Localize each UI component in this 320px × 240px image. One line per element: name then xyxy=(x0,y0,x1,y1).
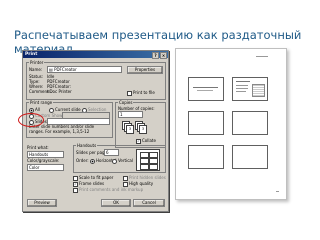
hidden-checkbox[interactable]: Print hidden slides xyxy=(123,175,166,181)
slides-per-page-select[interactable]: 6 xyxy=(104,149,119,156)
close-icon[interactable]: × xyxy=(160,52,167,59)
printer-select[interactable]: ▤ PDFCreator xyxy=(47,66,122,73)
high-quality-label: High quality xyxy=(129,181,154,186)
print-comments-label: Print comments and ink markup xyxy=(79,187,144,192)
vertical-radio[interactable]: Vertical xyxy=(112,158,133,164)
high-quality-checkbox[interactable]: High quality xyxy=(123,181,153,187)
comment-value: eDoc Printer xyxy=(47,89,72,94)
highlight-ellipse xyxy=(18,113,44,127)
all-label: All xyxy=(35,107,40,112)
handouts-caption: Handouts xyxy=(76,143,98,148)
scale-label: Scale to fit paper xyxy=(79,175,114,180)
handout-slide-2 xyxy=(232,77,268,101)
order-label: Order: xyxy=(76,158,89,163)
page-date-mark xyxy=(256,56,268,57)
printer-caption: Printer xyxy=(29,60,45,65)
handout-slide-4 xyxy=(232,111,268,135)
print-what-label: Print what: xyxy=(27,145,49,150)
copies-caption: Copies xyxy=(118,100,134,105)
frame-label: Frame slides xyxy=(79,181,105,186)
vertical-label: Vertical xyxy=(118,158,133,163)
dialog-title: Print xyxy=(25,52,38,57)
scale-checkbox[interactable]: Scale to fit paper xyxy=(73,175,113,181)
handout-layout-preview xyxy=(136,149,160,171)
print-comments-checkbox[interactable]: Print comments and ink markup xyxy=(73,187,143,193)
dialog-titlebar: Print ? × xyxy=(23,51,168,59)
handout-slide-1 xyxy=(188,77,224,101)
properties-button[interactable]: Properties xyxy=(127,66,163,74)
handout-page-preview xyxy=(175,48,287,200)
page-number-mark xyxy=(276,191,279,192)
handout-slide-3 xyxy=(188,111,224,135)
color-value: Color xyxy=(29,165,40,170)
printer-icon: ▤ xyxy=(49,67,53,72)
copies-input[interactable]: 1 xyxy=(118,111,143,118)
print-to-file-label: Print to file xyxy=(133,90,155,95)
handout-slide-6 xyxy=(232,145,268,169)
print-range-caption: Print range xyxy=(29,100,54,105)
handout-slide-5 xyxy=(188,145,224,169)
print-to-file-checkbox[interactable]: Print to file xyxy=(127,90,155,96)
frame-checkbox[interactable]: ✓ Frame slides xyxy=(73,181,104,187)
slides-hint: Enter slide numbers and/or slide ranges.… xyxy=(29,124,95,134)
ok-button[interactable]: OK xyxy=(101,199,131,207)
hidden-label: Print hidden slides xyxy=(129,175,166,180)
printer-group: Printer Name: ▤ PDFCreator Properties St… xyxy=(26,60,166,100)
print-what-select[interactable]: Handouts xyxy=(27,151,64,158)
color-label: Color/grayscale: xyxy=(27,158,60,163)
all-radio[interactable]: All xyxy=(29,107,40,113)
preview-button[interactable]: Preview xyxy=(27,199,57,207)
color-select[interactable]: Color xyxy=(27,164,64,171)
name-label: Name: xyxy=(29,67,43,72)
copies-group: Copies Number of copies: 1 123 123 ✓Coll… xyxy=(115,100,166,148)
print-what-value: Handouts xyxy=(29,152,49,157)
collate-label: Collate xyxy=(142,138,156,143)
cancel-button[interactable]: Cancel xyxy=(133,199,165,207)
print-dialog: Print ? × Printer Name: ▤ PDFCreator Pro… xyxy=(22,50,169,212)
printer-name: PDFCreator xyxy=(54,67,77,72)
help-icon[interactable]: ? xyxy=(152,52,159,59)
collate-checkbox[interactable]: ✓ Collate xyxy=(136,138,156,144)
handouts-group: Handouts Slides per page: 6 Order: Horiz… xyxy=(73,143,166,173)
